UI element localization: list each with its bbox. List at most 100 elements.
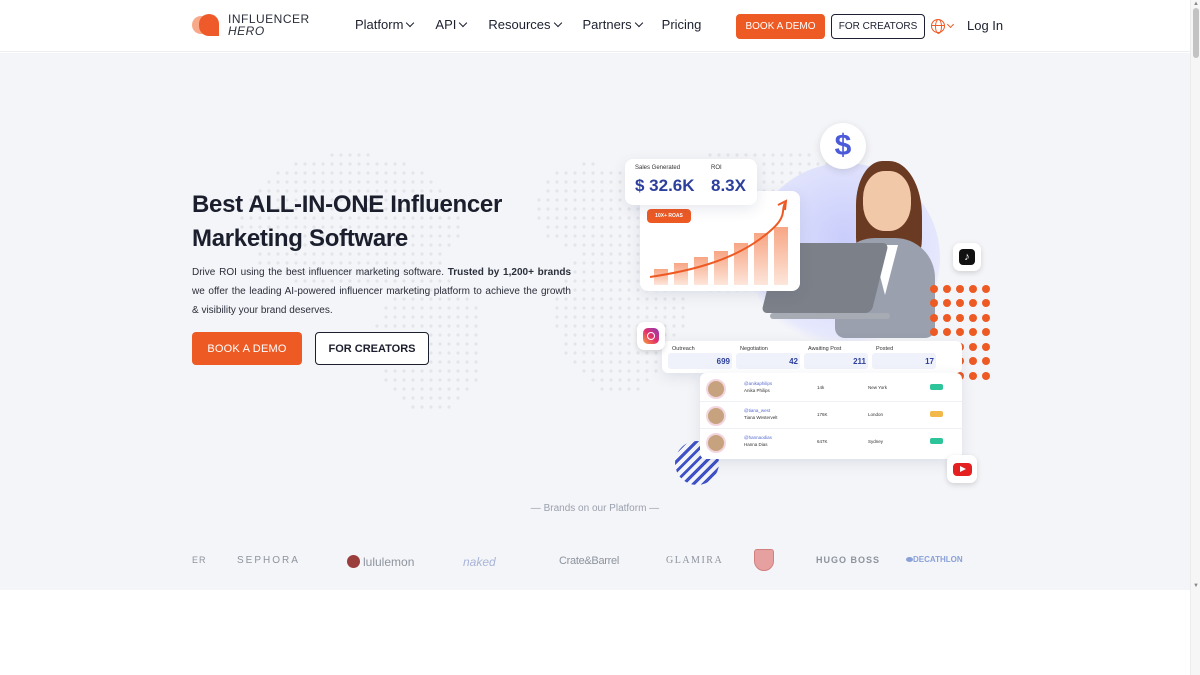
chevron-down-icon[interactable]	[946, 20, 955, 29]
scrollbar-thumb[interactable]	[1193, 8, 1199, 58]
brands-title: — Brands on our Platform —	[530, 503, 660, 514]
youtube-icon	[947, 455, 977, 483]
chevron-down-icon	[634, 18, 643, 27]
logo-icon	[192, 12, 220, 38]
influencer-table-card: @anikaphilips Anika Philips 14k New York…	[700, 373, 962, 459]
roas-bar	[774, 227, 788, 285]
roas-bar	[714, 251, 728, 285]
roi-label: ROI	[711, 165, 722, 171]
brand-logo: GLAMIRA	[666, 555, 724, 566]
instagram-icon	[637, 322, 665, 350]
roas-bar	[674, 263, 688, 285]
site-header: INFLUENCER HERO Platform API Resources P…	[0, 0, 1190, 52]
scroll-down-arrow-icon[interactable]: ▼	[1193, 583, 1199, 589]
brand-logo: ER	[192, 555, 207, 565]
woman-head	[863, 171, 911, 231]
hero-title: Best ALL-IN-ONE Influencer Marketing Sof…	[192, 191, 503, 252]
row-handle: @hannaodias	[744, 435, 772, 440]
decathlon-icon	[906, 557, 913, 562]
stat-value: 699	[716, 357, 730, 366]
table-row: @tiana_west Tiana Westervelt 176K London	[700, 402, 962, 429]
dollar-icon: $	[820, 123, 866, 169]
row-city: Sydney	[868, 439, 884, 444]
brand-logo: SEPHORA	[237, 555, 300, 566]
nav-pricing[interactable]: Pricing	[662, 17, 702, 32]
nav-platform[interactable]: Platform	[355, 17, 415, 32]
stat-label: Negotiation	[740, 346, 768, 352]
arsenal-crest-icon	[754, 549, 774, 574]
page: INFLUENCER HERO Platform API Resources P…	[0, 0, 1200, 675]
status-badge	[930, 411, 943, 417]
logo[interactable]: INFLUENCER HERO	[192, 12, 310, 38]
stat-outreach: Outreach 699	[666, 341, 734, 373]
row-handle: @tiana_west	[744, 408, 771, 413]
roas-bars	[649, 199, 788, 285]
avatar	[706, 433, 726, 453]
stat-value: 17	[925, 357, 934, 366]
brand-logo: HUGO BOSS	[816, 555, 881, 565]
trend-arrow-icon	[777, 199, 788, 211]
globe-icon[interactable]	[931, 19, 945, 34]
row-followers: 14k	[817, 385, 825, 390]
brand-logo-lululemon: lululemon	[347, 555, 414, 569]
hero-desc-bold: Trusted by 1,200+ brands	[447, 267, 572, 278]
brand-name: DECATHLON	[913, 555, 963, 564]
logo-text-line2: HERO	[228, 24, 265, 38]
hero-description: Drive ROI using the best influencer mark…	[192, 263, 571, 320]
brand-logo: naked	[463, 555, 496, 569]
stat-posted: Posted 17	[870, 341, 938, 373]
brand-logo: Crate&Barrel	[559, 555, 619, 567]
hero-book-demo-button[interactable]: BOOK A DEMO	[192, 332, 302, 365]
nav-api-label: API	[435, 17, 457, 32]
roas-bar	[734, 243, 748, 285]
stat-value: 211	[853, 357, 866, 366]
chevron-down-icon	[459, 18, 468, 27]
roas-chart-card: 10X+ ROAS	[640, 191, 800, 291]
sales-card: Sales Generated ROI $ 32.6K 8.3X	[625, 159, 757, 205]
row-handle: @anikaphilips	[744, 381, 773, 386]
table-row: @hannaodias Hanna Dias 647K Sydney	[700, 429, 962, 456]
avatar	[706, 406, 726, 426]
roas-bar	[694, 257, 708, 285]
header-for-creators-button[interactable]: FOR CREATORS	[831, 14, 925, 39]
row-name: Anika Philips	[744, 388, 770, 393]
stat-negotiation: Negotiation 42	[734, 341, 802, 373]
main-nav: Platform API Resources Partners Pricing	[355, 17, 701, 32]
hero-for-creators-button[interactable]: FOR CREATORS	[315, 332, 429, 365]
lululemon-icon	[347, 555, 360, 568]
row-followers: 176K	[817, 412, 828, 417]
header-book-demo-button[interactable]: BOOK A DEMO	[736, 14, 825, 39]
brand-logo-decathlon: DECATHLON	[906, 555, 963, 564]
nav-partners-label: Partners	[582, 17, 632, 32]
chevron-down-icon	[406, 18, 415, 27]
row-followers: 647K	[817, 439, 828, 444]
tiktok-icon: ♪	[953, 243, 981, 271]
hero-desc-text: Drive ROI using the best influencer mark…	[192, 267, 448, 278]
row-name: Hanna Dias	[744, 442, 768, 447]
login-link[interactable]: Log In	[967, 18, 1003, 33]
table-row: @anikaphilips Anika Philips 14k New York	[700, 375, 962, 402]
sales-value: $ 32.6K	[635, 176, 695, 195]
scrollbar[interactable]: ▲ ▼	[1190, 0, 1200, 675]
stat-label: Posted	[876, 346, 894, 352]
status-badge	[930, 384, 943, 390]
nav-resources[interactable]: Resources	[488, 17, 562, 32]
hero-desc-text-2: we offer the leading AI-powered influenc…	[192, 286, 571, 316]
brand-name: lululemon	[363, 555, 415, 569]
scroll-up-arrow-icon[interactable]: ▲	[1193, 1, 1199, 7]
chevron-down-icon	[553, 18, 562, 27]
nav-api[interactable]: API	[435, 17, 468, 32]
roi-value: 8.3X	[711, 176, 746, 195]
hero-illustration: $ ♪ 10X+ ROAS Sales Generated ROI $ 32.6…	[620, 123, 1000, 503]
row-city: London	[868, 412, 884, 417]
laptop-base	[770, 313, 890, 319]
stat-label: Awaiting Post	[808, 346, 842, 352]
row-name: Tiana Westervelt	[744, 415, 778, 420]
status-badge	[930, 438, 943, 444]
stat-value: 42	[789, 357, 798, 366]
stat-awaiting-post: Awaiting Post 211	[802, 341, 870, 373]
stat-label: Outreach	[672, 346, 695, 352]
nav-partners[interactable]: Partners	[582, 17, 643, 32]
sales-label: Sales Generated	[635, 165, 681, 171]
row-city: New York	[868, 385, 888, 390]
